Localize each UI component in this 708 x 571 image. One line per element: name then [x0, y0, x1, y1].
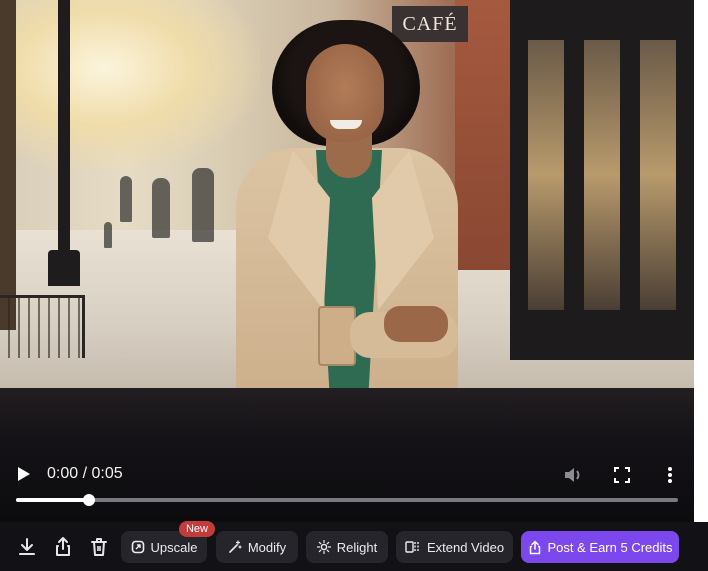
share-icon — [529, 540, 540, 554]
play-button[interactable] — [14, 462, 34, 486]
background-pedestrian — [192, 168, 214, 242]
modify-button[interactable]: Modify — [216, 531, 298, 563]
background-pedestrian — [152, 178, 170, 238]
street-lamp — [58, 0, 70, 285]
time-display: 0:00 / 0:05 — [47, 465, 123, 482]
cafe-sign: CAFÉ — [392, 6, 468, 42]
share-icon — [56, 537, 70, 556]
background-shopfront — [510, 0, 694, 360]
street-lamp-base — [48, 250, 80, 286]
post-and-earn-label: Post & Earn 5 Credits — [547, 539, 673, 555]
magic-wand-icon — [229, 540, 242, 553]
relight-button[interactable]: Relight — [306, 531, 388, 563]
download-icon — [19, 538, 35, 555]
upscale-label: Upscale — [150, 539, 198, 555]
progress-bar[interactable] — [16, 494, 678, 506]
upscale-icon — [131, 540, 144, 554]
extend-video-button[interactable]: Extend Video — [396, 531, 513, 563]
video-frame: CAFÉ — [0, 0, 694, 388]
new-badge: New — [179, 521, 215, 537]
background-pedestrian — [120, 176, 132, 222]
planter-fence — [0, 295, 85, 358]
background-light — [0, 0, 260, 170]
more-vertical-icon — [668, 467, 672, 483]
background-hydrant — [104, 222, 112, 248]
fullscreen-button[interactable] — [612, 465, 632, 485]
extend-icon — [405, 541, 419, 553]
delete-button[interactable] — [88, 535, 110, 559]
extend-video-label: Extend Video — [426, 539, 505, 555]
download-button[interactable] — [16, 535, 38, 559]
relight-label: Relight — [336, 539, 378, 555]
shop-window — [584, 40, 620, 310]
share-button[interactable] — [52, 535, 74, 559]
progress-thumb[interactable] — [82, 494, 95, 506]
volume-icon — [565, 468, 580, 482]
sun-icon — [316, 540, 331, 554]
shop-window — [528, 40, 564, 310]
background-tree — [0, 0, 16, 330]
modify-label: Modify — [247, 539, 287, 555]
woman-smile — [330, 120, 362, 129]
more-options-button[interactable] — [662, 463, 678, 487]
play-icon — [18, 467, 30, 481]
shop-window — [640, 40, 676, 310]
video-player[interactable]: CAFÉ — [0, 0, 694, 522]
trash-icon — [91, 538, 107, 556]
post-and-earn-button[interactable]: Post & Earn 5 Credits — [521, 531, 679, 563]
woman-hand — [384, 306, 448, 342]
volume-button[interactable] — [562, 464, 584, 486]
fullscreen-icon — [614, 467, 630, 483]
progress-fill — [16, 498, 89, 502]
